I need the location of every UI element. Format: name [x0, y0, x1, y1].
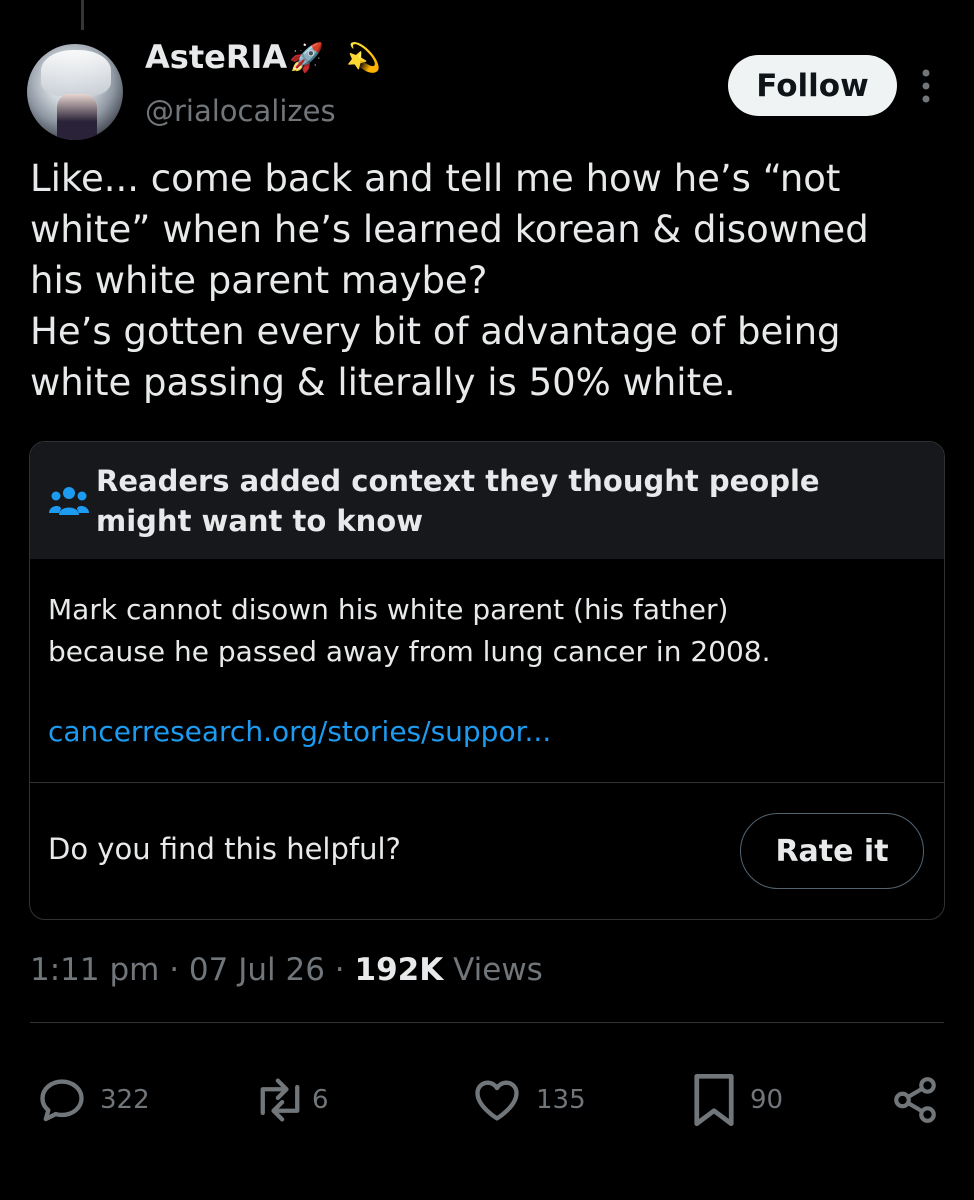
share-button[interactable]: [890, 1070, 940, 1130]
community-note-link[interactable]: cancerresearch.org/stories/suppor...: [48, 715, 551, 748]
repost-count: 6: [312, 1085, 329, 1115]
separator-dot: ·: [334, 952, 345, 988]
divider: [30, 782, 944, 783]
share-icon: [894, 1077, 936, 1123]
people-icon: [49, 487, 89, 515]
heart-icon: [475, 1080, 519, 1121]
community-note-title: Readers added context they thought peopl…: [96, 464, 820, 538]
reply-count: 322: [100, 1085, 150, 1115]
separator-dot: ·: [169, 952, 180, 988]
community-note-header: Readers added context they thought peopl…: [30, 442, 944, 559]
tweet-time[interactable]: 1:11 pm: [30, 952, 159, 988]
follow-button[interactable]: Follow: [728, 55, 897, 116]
community-note-body: Mark cannot disown his white parent (his…: [48, 593, 771, 668]
reply-button[interactable]: 322: [36, 1070, 150, 1130]
views-label: Views: [453, 952, 543, 988]
more-options-icon[interactable]: [914, 66, 938, 106]
rate-it-button[interactable]: Rate it: [740, 813, 924, 889]
like-button[interactable]: 135: [470, 1070, 586, 1130]
author-display-name[interactable]: AsteRIA: [145, 38, 287, 76]
views-count: 192K: [354, 952, 444, 988]
thread-connector-line: [81, 0, 84, 30]
like-count: 135: [536, 1085, 586, 1115]
bookmark-icon: [694, 1073, 734, 1127]
tweet-date[interactable]: 07 Jul 26: [189, 952, 325, 988]
helpful-question: Do you find this helpful?: [48, 832, 401, 866]
rocket-emoji-icon: 🚀: [289, 41, 324, 74]
bookmark-count: 90: [750, 1085, 784, 1115]
reply-icon: [40, 1079, 84, 1122]
dizzy-star-emoji-icon: 💫: [346, 41, 381, 74]
repost-icon: [260, 1078, 300, 1122]
divider: [30, 1022, 944, 1023]
avatar[interactable]: [27, 44, 123, 140]
bookmark-button[interactable]: 90: [690, 1070, 783, 1130]
repost-button[interactable]: 6: [252, 1070, 329, 1130]
author-handle[interactable]: @rialocalizes: [145, 94, 336, 128]
community-note: Readers added context they thought peopl…: [29, 441, 945, 920]
tweet-metadata: 1:11 pm · 07 Jul 26 · 192K Views: [30, 952, 543, 988]
tweet-text: Like... come back and tell me how he’s “…: [30, 157, 869, 404]
